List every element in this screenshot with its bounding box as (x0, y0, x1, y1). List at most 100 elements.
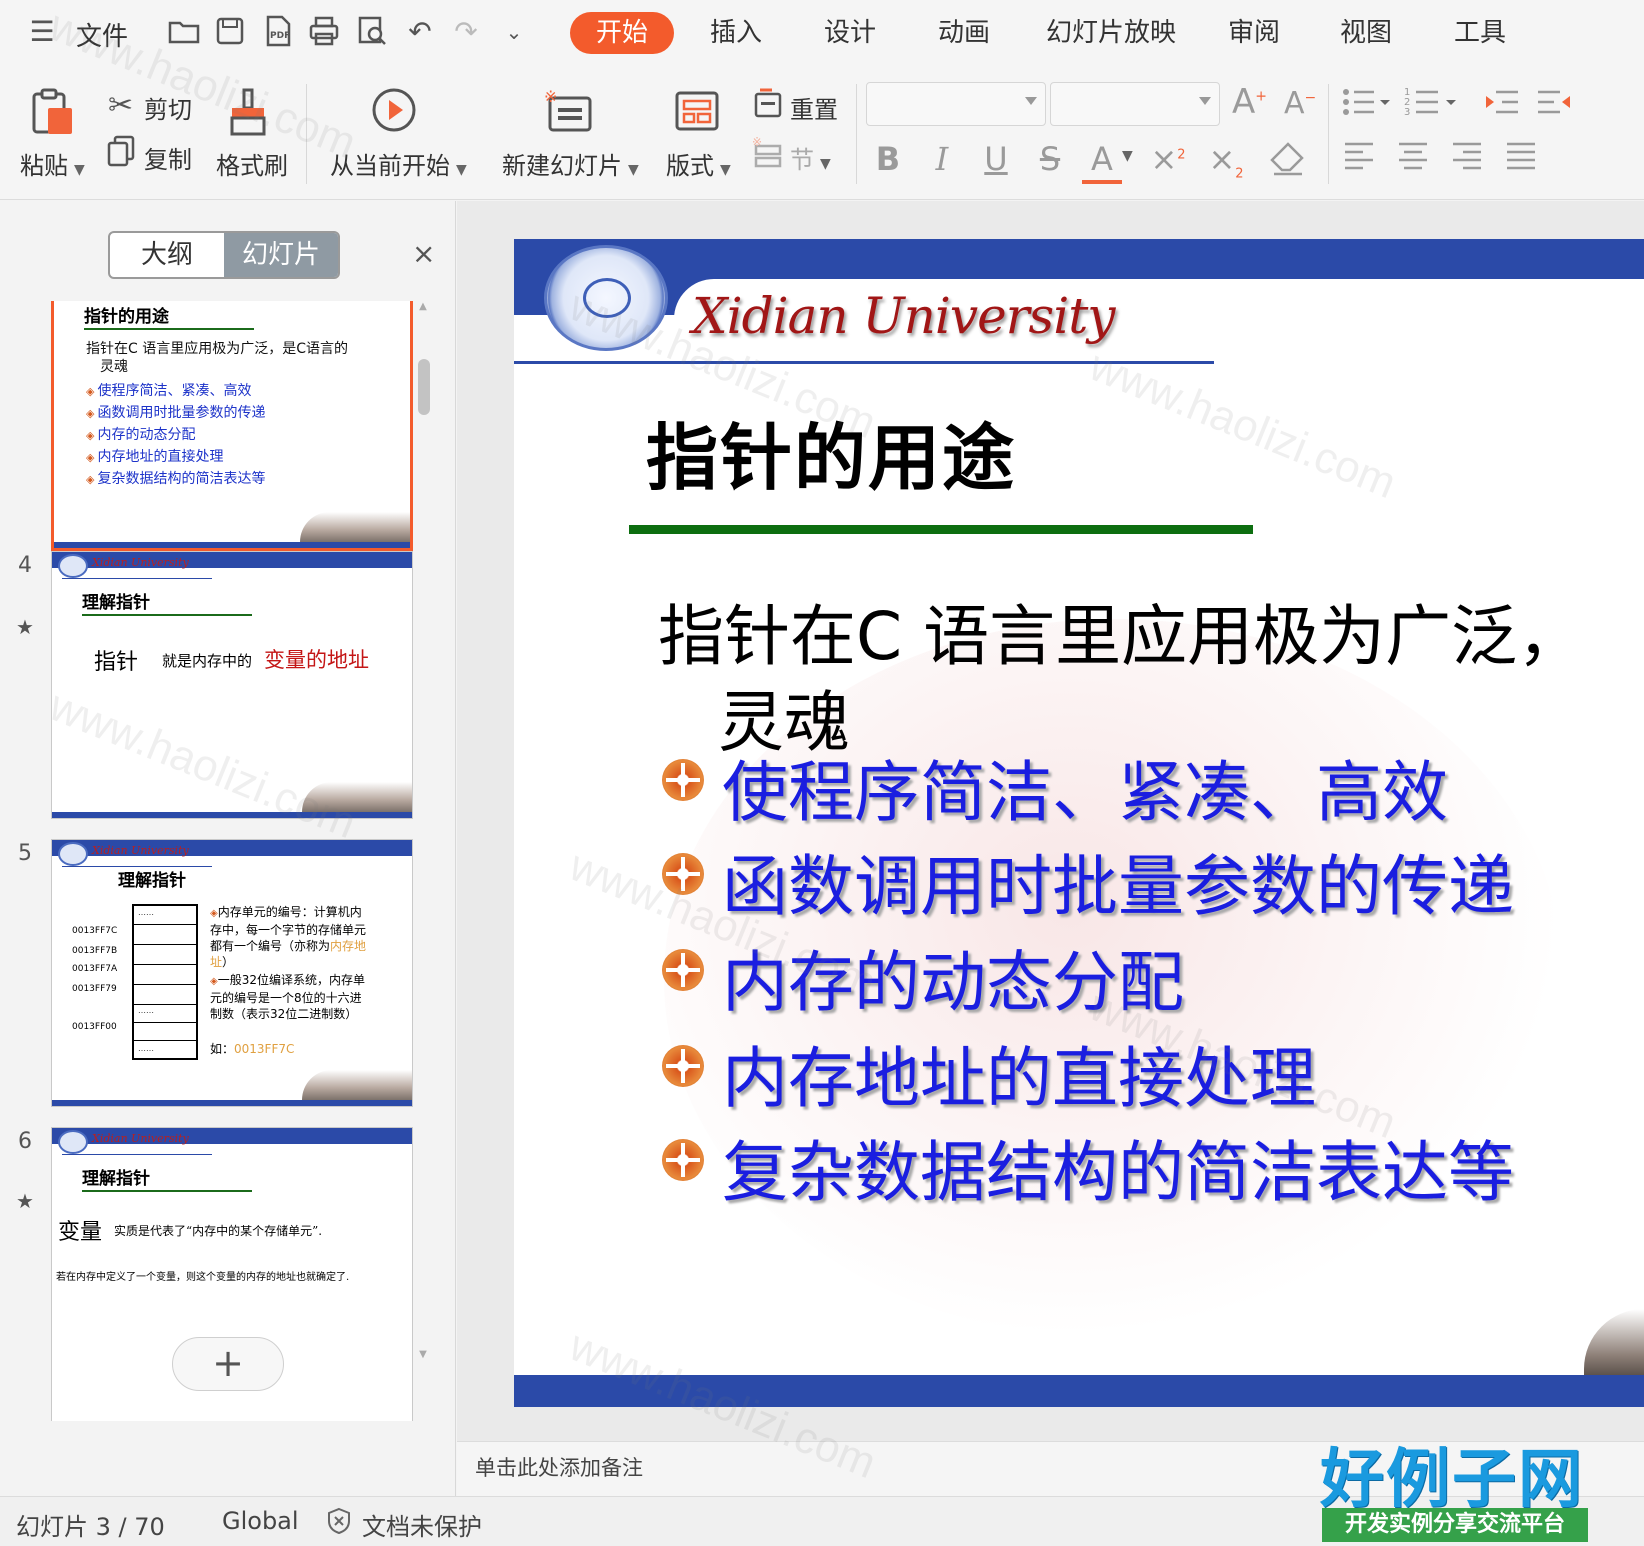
tab-home[interactable]: 开始 (570, 12, 675, 54)
thumb-title: 理解指针 (82, 593, 150, 613)
hamburger-menu-icon[interactable]: ☰ (24, 14, 60, 50)
font-color-button[interactable]: A (1082, 140, 1122, 184)
reset-button[interactable]: 重置 (790, 90, 838, 125)
tab-animation[interactable]: 动画 (912, 12, 1016, 54)
section-icon[interactable]: ※ (752, 135, 784, 174)
decrease-indent-icon[interactable] (1482, 84, 1522, 124)
thumb-title: 理解指针 (82, 1169, 150, 1189)
bullet-icon (662, 1139, 704, 1181)
tab-outline[interactable]: 大纲 (110, 233, 224, 277)
copy-button[interactable]: 复制 (144, 140, 192, 175)
print-icon[interactable] (306, 14, 342, 50)
slide-thumbnail-5[interactable]: Xidian University 理解指针 …… …… …… 0013FF7C… (51, 839, 413, 1107)
font-family-select[interactable] (866, 82, 1046, 126)
thumb-brand: Xidian University (92, 1132, 189, 1145)
tab-review[interactable]: 审阅 (1202, 12, 1306, 54)
scroll-down-icon[interactable]: ▼ (416, 1349, 430, 1360)
tab-tools[interactable]: 工具 (1428, 12, 1532, 54)
ribbon-toolbar: 粘贴 ▼ ✂ 剪切 复制 格式刷 从当前开始 ▼ ※ 新建幻灯片 ▼ 版式 ▼ 重置 ※… (0, 68, 1644, 200)
thumbnail-scrollbar[interactable]: ▲ ▼ (416, 301, 430, 1421)
align-right-icon[interactable] (1450, 138, 1484, 176)
animation-star-icon: ★ (16, 1189, 34, 1213)
title-underline (629, 525, 1253, 534)
play-slideshow-icon[interactable] (370, 86, 418, 138)
italic-button[interactable]: I (922, 140, 962, 178)
bullet-icon (662, 1045, 704, 1087)
slide-number: 6 (18, 1129, 32, 1154)
format-painter-button[interactable]: 格式刷 (216, 146, 288, 181)
paste-icon[interactable] (28, 86, 76, 138)
notes-placeholder[interactable]: 单击此处添加备注 (475, 1452, 643, 1482)
svg-text:PDF: PDF (270, 31, 290, 41)
university-logo-icon (544, 245, 668, 351)
new-slide-button[interactable]: 新建幻灯片 ▼ (502, 146, 639, 181)
paste-button[interactable]: 粘贴 ▼ (20, 146, 85, 181)
new-slide-icon[interactable]: ※ (544, 87, 594, 138)
layout-icon[interactable] (674, 90, 720, 138)
slide-lead-text[interactable]: 指针在C 语言里应用极为广泛， (658, 583, 1583, 679)
university-logo-icon (58, 842, 88, 866)
thumb-word: 变量 (58, 1220, 103, 1245)
shrink-font-button[interactable]: A− (1284, 86, 1316, 121)
justify-icon[interactable] (1504, 138, 1538, 176)
tab-design[interactable]: 设计 (798, 12, 902, 54)
layout-button[interactable]: 版式 ▼ (666, 146, 731, 181)
thumb-title: 理解指针 (118, 871, 186, 891)
redo-icon[interactable]: ↷ (448, 14, 484, 50)
section-button[interactable]: 节 ▼ (790, 140, 831, 175)
tab-slideshow[interactable]: 幻灯片放映 (1020, 12, 1202, 54)
print-preview-icon[interactable] (354, 14, 390, 50)
thumb-bullet: 函数调用时批量参数的传递 (86, 402, 265, 425)
font-size-select[interactable] (1050, 82, 1220, 126)
thumb-word: 指针 (94, 650, 139, 675)
document-protection-status[interactable]: 文档未保护 (362, 1507, 482, 1542)
bold-button[interactable]: B (868, 140, 908, 178)
close-panel-icon[interactable]: × (412, 237, 435, 270)
tab-insert[interactable]: 插入 (684, 12, 788, 54)
subscript-icon[interactable]: ×2 (1206, 140, 1246, 181)
from-current-button[interactable]: 从当前开始 ▼ (330, 146, 467, 181)
ribbon-separator (1328, 84, 1329, 184)
export-pdf-icon[interactable]: PDF (260, 14, 296, 50)
bullet-list-icon[interactable] (1340, 84, 1392, 124)
slide-brand: Xidian University (692, 287, 1116, 345)
strikethrough-button[interactable]: S (1030, 140, 1070, 178)
format-painter-icon[interactable] (226, 86, 270, 142)
copy-icon[interactable] (106, 134, 136, 172)
customize-toolbar-icon[interactable]: ⌄ (496, 14, 532, 50)
reset-icon[interactable] (752, 86, 784, 124)
underline-button[interactable]: U (976, 140, 1016, 178)
scroll-up-icon[interactable]: ▲ (416, 301, 430, 312)
tab-view[interactable]: 视图 (1314, 12, 1418, 54)
cut-button[interactable]: 剪切 (144, 90, 192, 125)
font-color-caret-icon[interactable]: ▼ (1122, 148, 1133, 164)
slide-thumbnail-3[interactable]: 指针的用途 指针在C 语言里应用极为广泛，是C语言的 灵魂 使程序简洁、紧凑、高… (51, 301, 413, 551)
tab-slides[interactable]: 幻灯片 (224, 233, 338, 277)
align-left-icon[interactable] (1342, 138, 1376, 176)
thumb-text: 就是内存中的 (162, 652, 253, 670)
save-icon[interactable] (212, 14, 248, 50)
slide-title[interactable]: 指针的用途 (646, 399, 1016, 504)
scrollbar-thumb[interactable] (418, 359, 430, 415)
menu-file[interactable]: 文件 (76, 16, 128, 53)
clear-format-icon[interactable] (1268, 140, 1308, 184)
svg-text:※: ※ (752, 136, 762, 149)
theme-name[interactable]: Global (222, 1507, 299, 1535)
open-folder-icon[interactable] (166, 14, 202, 50)
undo-icon[interactable]: ↶ (402, 14, 438, 50)
campus-building-image (1584, 1309, 1644, 1375)
slide-thumbnail-4[interactable]: Xidian University 理解指针 指针 就是内存中的 变量的地址 (51, 551, 413, 819)
grow-font-button[interactable]: A+ (1232, 82, 1267, 122)
address-label: 0013FF7A (72, 964, 118, 974)
add-slide-button[interactable]: + (172, 1337, 284, 1391)
slide-editor: Xidian University 指针的用途 指针在C 语言里应用极为广泛， … (457, 201, 1644, 1441)
thumb-lead: 灵魂 (100, 359, 128, 375)
superscript-icon[interactable]: ×2 (1148, 140, 1188, 178)
thumb-title: 指针的用途 (84, 307, 169, 327)
current-slide[interactable]: Xidian University 指针的用途 指针在C 语言里应用极为广泛， … (514, 239, 1644, 1407)
increase-indent-icon[interactable] (1534, 84, 1574, 124)
scissors-icon[interactable]: ✂ (108, 88, 133, 123)
align-center-icon[interactable] (1396, 138, 1430, 176)
thumb-note: ◈内存单元的编号：计算机内存中，每一个字节的存储单元都有一个编号（亦称为内存地址… (210, 905, 367, 969)
numbered-list-icon[interactable]: 123 (1404, 84, 1460, 124)
